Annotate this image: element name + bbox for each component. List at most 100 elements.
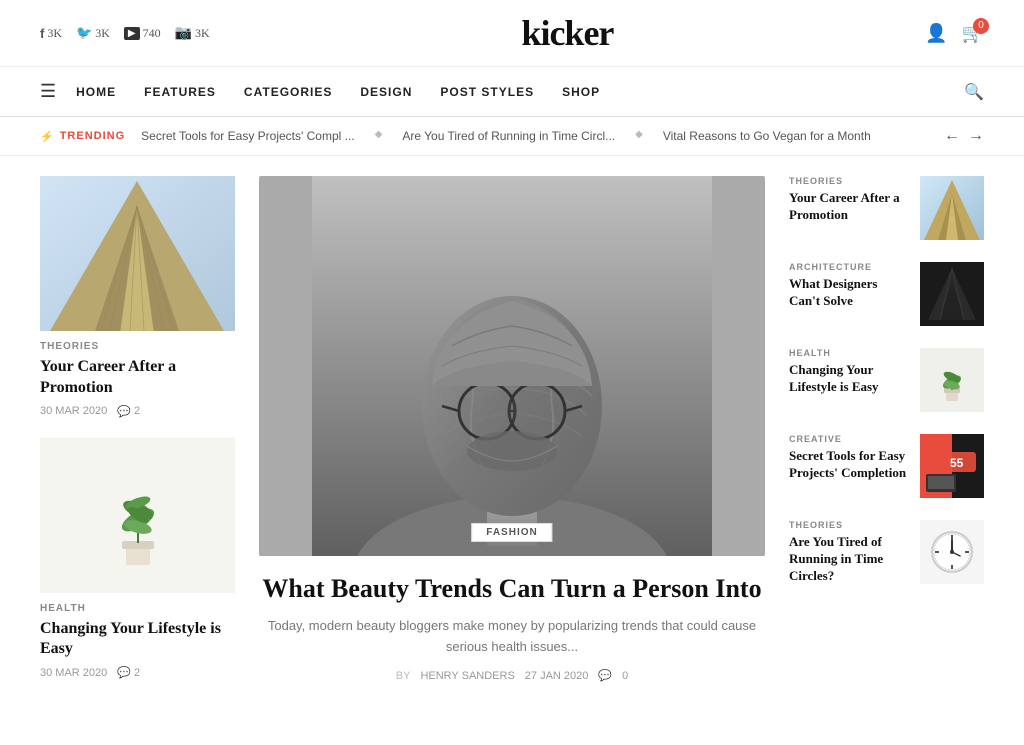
trending-sep-2: ◆: [635, 129, 643, 143]
social-instagram[interactable]: 📷 3K: [175, 25, 210, 42]
sidebar-card-career: THEORIES Your Career After a Promotion: [789, 176, 984, 240]
card-tag-theories-1: THEORIES: [40, 341, 235, 352]
comment-icon-featured: 💬: [598, 669, 612, 682]
featured-byline: BY HENRY SANDERS 27 JAN 2020 💬 0: [259, 669, 765, 682]
featured-excerpt: Today, modern beauty bloggers make money…: [259, 616, 765, 658]
sidebar-card-text-4: CREATIVE Secret Tools for Easy Projects'…: [789, 434, 910, 482]
card-title-career[interactable]: Your Career After a Promotion: [40, 357, 235, 399]
card-meta-1: 30 MAR 2020 💬 2: [40, 405, 235, 418]
nav-left: ☰ HOME FEATURES CATEGORIES DESIGN POST S…: [40, 81, 600, 102]
trending-label: ⚡ TRENDING: [40, 130, 125, 143]
sidebar-title-4[interactable]: Secret Tools for Easy Projects' Completi…: [789, 448, 910, 482]
trending-bar: ⚡ TRENDING Secret Tools for Easy Project…: [0, 117, 1024, 156]
card-career-promotion: THEORIES Your Career After a Promotion 3…: [40, 176, 235, 418]
card-meta-2: 30 MAR 2020 💬 2: [40, 666, 235, 679]
sidebar-thumb-3: [920, 348, 984, 412]
sidebar-card-health: HEALTH Changing Your Lifestyle is Easy: [789, 348, 984, 412]
youtube-count: 740: [143, 26, 161, 41]
svg-text:55: 55: [950, 456, 964, 470]
featured-author[interactable]: HENRY SANDERS: [420, 670, 514, 682]
facebook-count: 3K: [47, 26, 62, 41]
cart-count-badge: 0: [973, 18, 989, 34]
left-column: THEORIES Your Career After a Promotion 3…: [40, 176, 235, 699]
featured-category-tag: FASHION: [471, 523, 552, 542]
sidebar-card-text-2: ARCHITECTURE What Designers Can't Solve: [789, 262, 910, 310]
sidebar-building-svg: [920, 176, 984, 240]
sidebar-title-3[interactable]: Changing Your Lifestyle is Easy: [789, 362, 910, 396]
nav-features[interactable]: FEATURES: [144, 85, 216, 99]
trending-prev-button[interactable]: ←: [944, 127, 960, 145]
trending-item-3[interactable]: Vital Reasons to Go Vegan for a Month: [663, 129, 871, 143]
plant-svg: [98, 455, 178, 575]
sidebar-dark-svg: [920, 262, 984, 326]
nav-categories[interactable]: CATEGORIES: [244, 85, 332, 99]
trending-next-button[interactable]: →: [968, 127, 984, 145]
social-links: f 3K 🐦 3K ▶ 740 📷 3K: [40, 25, 210, 42]
sidebar-tools-svg: 55: [920, 434, 984, 498]
nav-links: HOME FEATURES CATEGORIES DESIGN POST STY…: [76, 85, 600, 99]
social-facebook[interactable]: f 3K: [40, 26, 62, 41]
nav-design[interactable]: DESIGN: [360, 85, 412, 99]
building-svg: [40, 176, 235, 331]
comment-icon-2: 💬: [117, 666, 131, 679]
nav-shop[interactable]: SHOP: [562, 85, 600, 99]
center-column: FASHION What Beauty Trends Can Turn a Pe…: [259, 176, 765, 699]
social-youtube[interactable]: ▶ 740: [124, 26, 161, 41]
nav-post-styles[interactable]: POST STYLES: [440, 85, 534, 99]
trending-item-2[interactable]: Are You Tired of Running in Time Circl..…: [402, 129, 615, 143]
card-building-image: [40, 176, 235, 331]
card-lifestyle: HEALTH Changing Your Lifestyle is Easy 3…: [40, 438, 235, 680]
sidebar-tag-5: THEORIES: [789, 520, 910, 530]
comment-icon-1: 💬: [117, 405, 131, 418]
card-comments-2: 💬 2: [117, 666, 140, 679]
top-bar: f 3K 🐦 3K ▶ 740 📷 3K kicker 👤 🛒 0: [0, 0, 1024, 67]
card-tag-health-1: HEALTH: [40, 603, 235, 614]
sidebar-tag-3: HEALTH: [789, 348, 910, 358]
sidebar-card-architecture: ARCHITECTURE What Designers Can't Solve: [789, 262, 984, 326]
cart-button[interactable]: 🛒 0: [962, 23, 984, 44]
featured-date: 27 JAN 2020: [525, 670, 589, 682]
search-icon[interactable]: 🔍: [964, 82, 984, 102]
site-logo[interactable]: kicker: [521, 12, 613, 54]
sidebar-card-text-1: THEORIES Your Career After a Promotion: [789, 176, 910, 224]
youtube-icon: ▶: [124, 27, 140, 40]
card-plant-image: [40, 438, 235, 593]
sidebar-tag-2: ARCHITECTURE: [789, 262, 910, 272]
facebook-icon: f: [40, 26, 44, 41]
sidebar-tag-4: CREATIVE: [789, 434, 910, 444]
featured-comments: 0: [622, 670, 628, 682]
sidebar-thumb-2: [920, 262, 984, 326]
hamburger-menu[interactable]: ☰: [40, 81, 56, 102]
featured-person-svg: [259, 176, 765, 556]
trending-text: TRENDING: [60, 130, 125, 142]
sidebar-card-creative: CREATIVE Secret Tools for Easy Projects'…: [789, 434, 984, 498]
sidebar-plant-svg: [934, 355, 970, 405]
right-column: THEORIES Your Career After a Promotion: [789, 176, 984, 699]
trending-items: Secret Tools for Easy Projects' Compl ..…: [141, 129, 928, 143]
twitter-count: 3K: [95, 26, 110, 41]
clock-svg: [930, 530, 974, 574]
trending-item-1[interactable]: Secret Tools for Easy Projects' Compl ..…: [141, 129, 354, 143]
lightning-icon: ⚡: [40, 130, 55, 143]
card-date-1: 30 MAR 2020: [40, 405, 107, 417]
featured-title[interactable]: What Beauty Trends Can Turn a Person Int…: [259, 572, 765, 606]
twitter-icon: 🐦: [76, 25, 92, 41]
featured-image: FASHION: [259, 176, 765, 556]
by-label: BY: [396, 670, 411, 682]
main-content: THEORIES Your Career After a Promotion 3…: [0, 156, 1024, 719]
sidebar-title-1[interactable]: Your Career After a Promotion: [789, 190, 910, 224]
sidebar-tag-1: THEORIES: [789, 176, 910, 186]
sidebar-title-5[interactable]: Are You Tired of Running in Time Circles…: [789, 534, 910, 585]
sidebar-title-2[interactable]: What Designers Can't Solve: [789, 276, 910, 310]
sidebar-card-text-5: THEORIES Are You Tired of Running in Tim…: [789, 520, 910, 585]
nav-home[interactable]: HOME: [76, 85, 116, 99]
social-twitter[interactable]: 🐦 3K: [76, 25, 110, 41]
instagram-icon: 📷: [175, 25, 192, 42]
sidebar-thumb-1: [920, 176, 984, 240]
instagram-count: 3K: [195, 26, 210, 41]
card-comments-1: 💬 2: [117, 405, 140, 418]
trending-sep-1: ◆: [375, 129, 383, 143]
trending-navigation: ← →: [944, 127, 984, 145]
card-title-lifestyle[interactable]: Changing Your Lifestyle is Easy: [40, 619, 235, 661]
user-icon[interactable]: 👤: [925, 23, 947, 44]
